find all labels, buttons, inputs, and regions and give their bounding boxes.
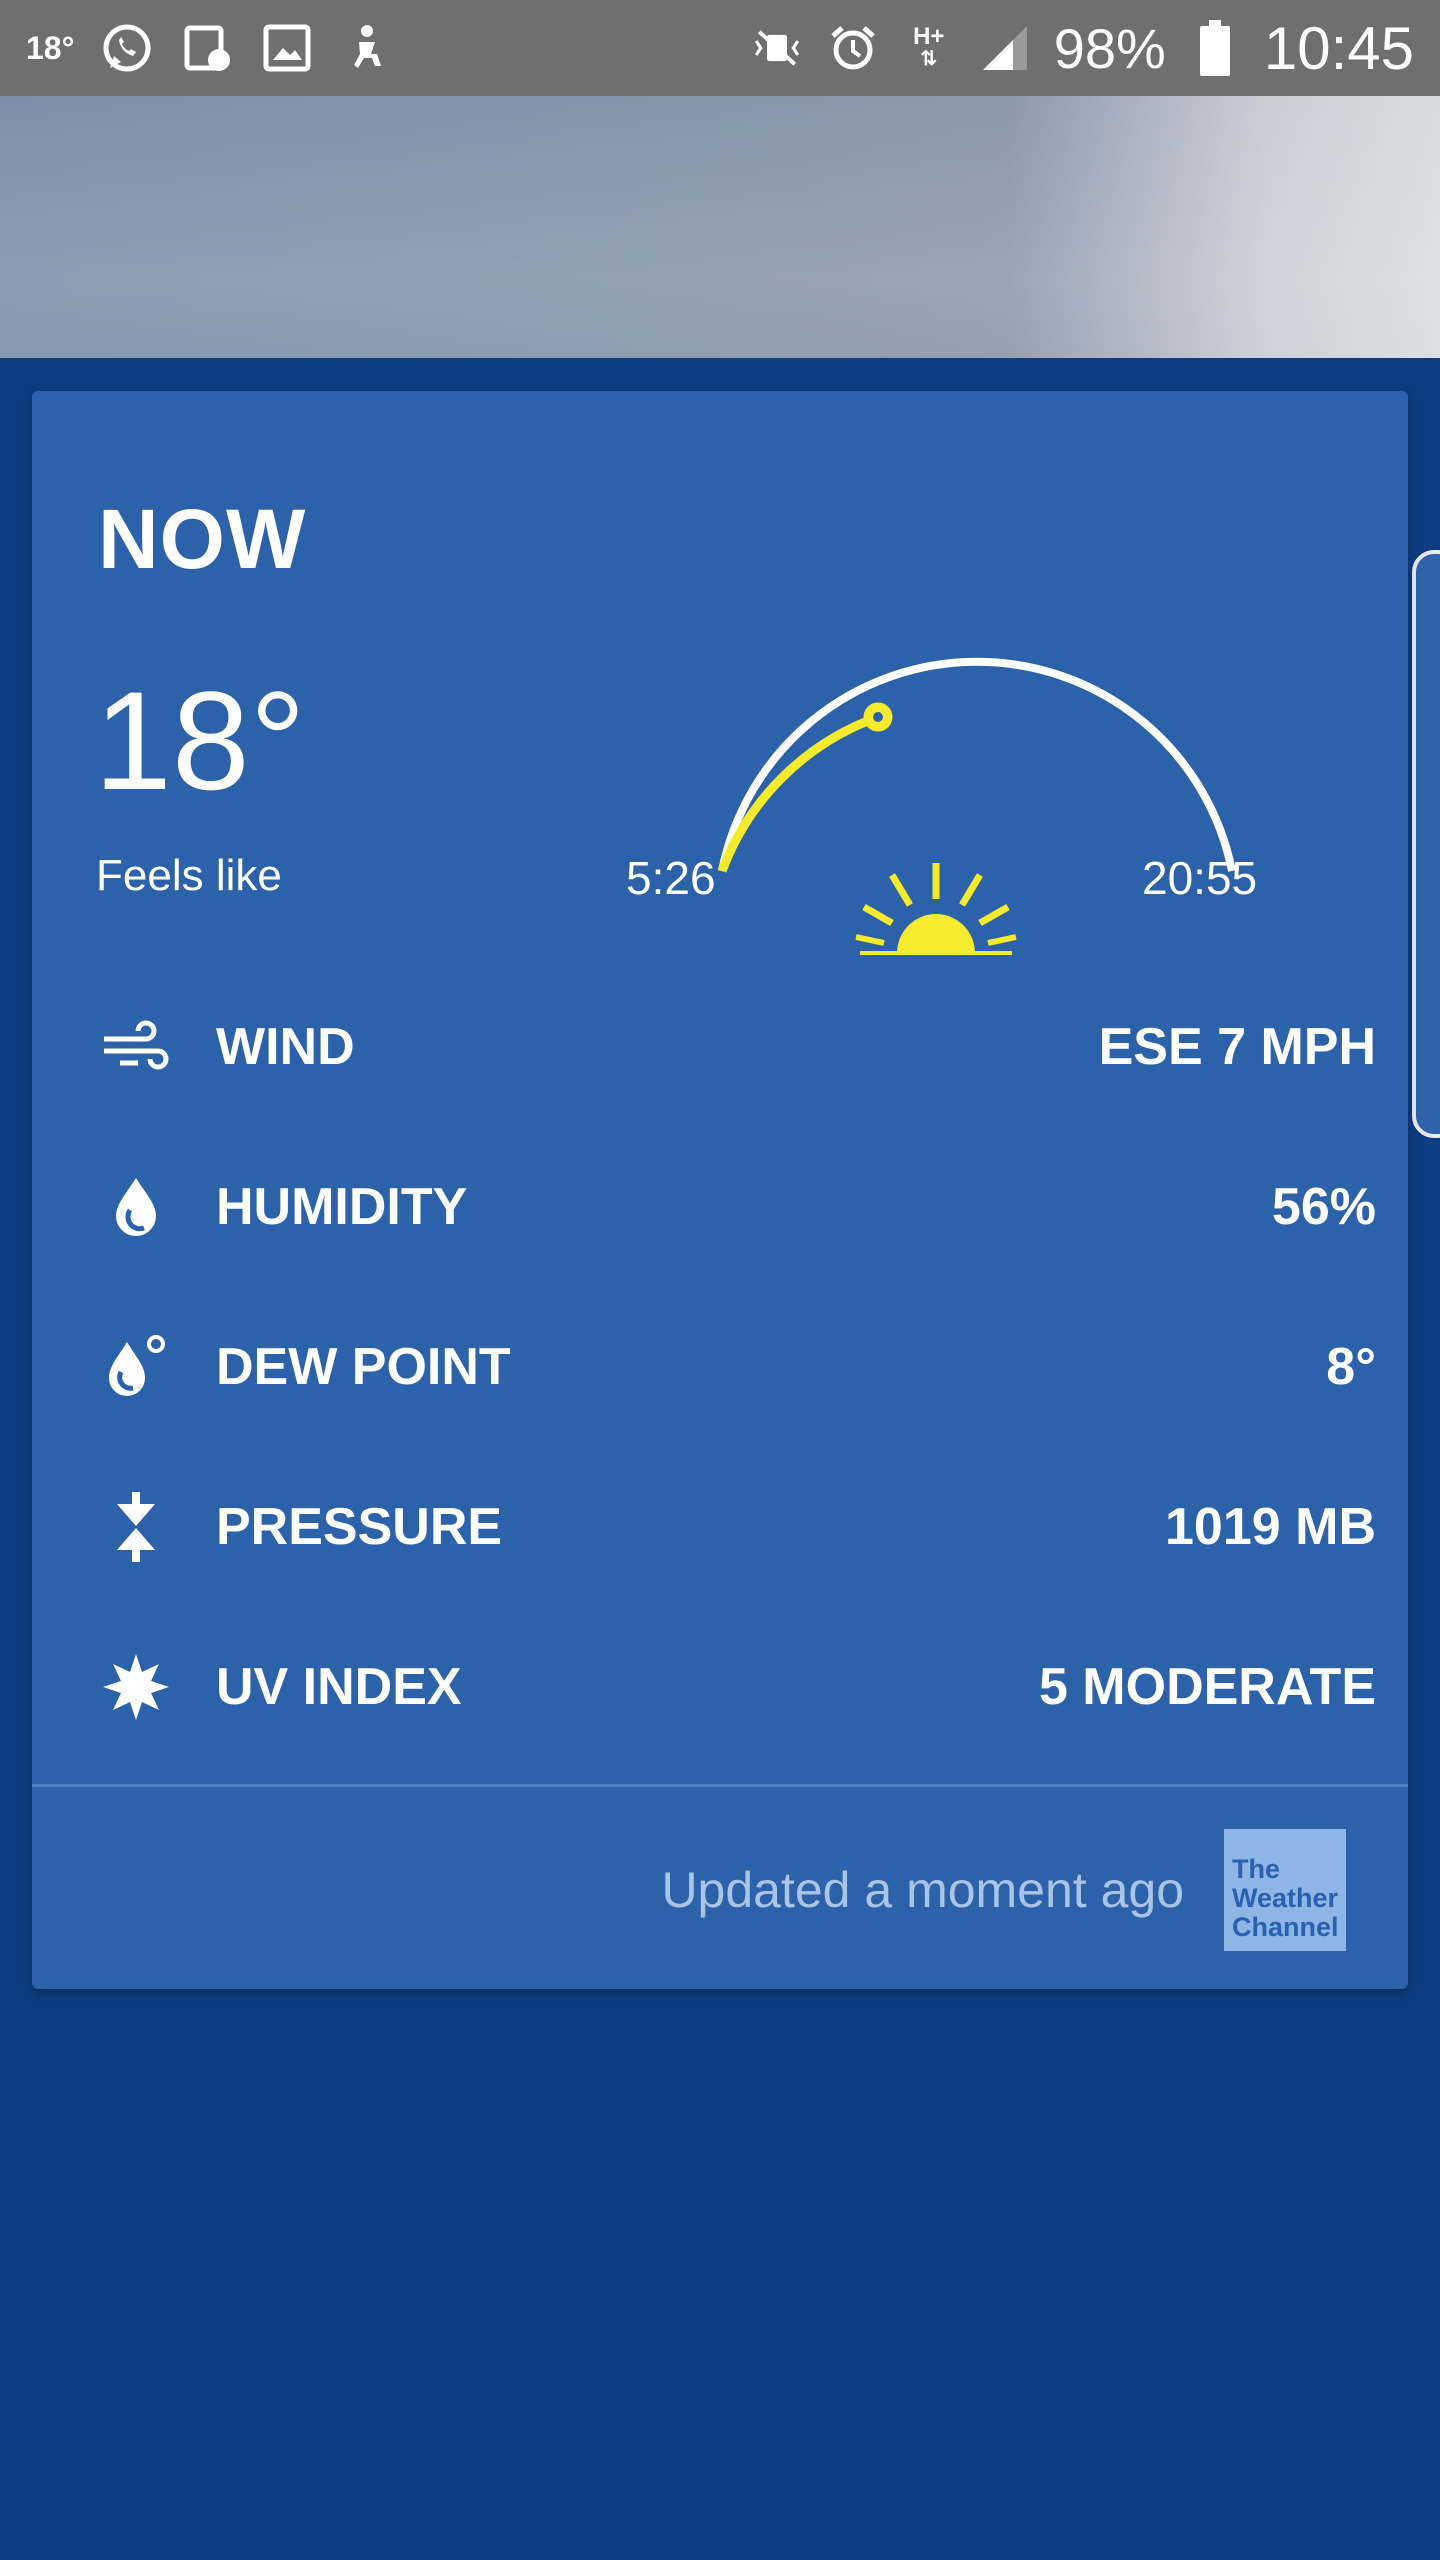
whatsapp-icon: [100, 21, 154, 75]
pressure-label: PRESSURE: [216, 1498, 503, 1556]
signal-icon: [978, 21, 1032, 75]
battery-icon: [1188, 20, 1242, 76]
network-type-label: H+: [913, 23, 945, 50]
sun-horizon-icon: [855, 863, 1017, 955]
logo-text: The Weather Channel: [1232, 1854, 1339, 1942]
current-conditions-card: NOW 18° Feels like 5:26 20:55 WIND ESE 7…: [32, 391, 1408, 1989]
pressure-value: 1019 MB: [1165, 1498, 1376, 1556]
humidity-value: 56%: [1271, 1178, 1376, 1236]
uv-index-value: 5 MODERATE: [1038, 1658, 1376, 1716]
status-temp: 18°: [26, 29, 75, 66]
weather-channel-logo[interactable]: The Weather Channel: [1224, 1829, 1346, 1951]
humidity-icon: [98, 1169, 174, 1245]
uv-index-row: UV INDEX 5 MODERATE: [98, 1637, 1376, 1737]
status-bar: 18° H+ ⇅ 98% 10:45: [0, 0, 1440, 96]
arc-progress: [717, 712, 880, 873]
dew-point-label: DEW POINT: [216, 1338, 511, 1396]
card-divider: [32, 1784, 1408, 1787]
uv-index-label: UV INDEX: [216, 1658, 462, 1716]
wind-icon: [98, 1009, 174, 1085]
accessibility-icon: [340, 21, 394, 75]
gallery-icon: [260, 21, 314, 75]
weather-header-image: [0, 96, 1440, 358]
network-type-icon: H+ ⇅: [913, 23, 945, 71]
card-title: NOW: [98, 492, 307, 586]
feels-like-label: Feels like: [96, 851, 282, 900]
humidity-row: HUMIDITY 56%: [98, 1157, 1376, 1257]
dew-point-value: 8°: [1326, 1338, 1376, 1396]
wind-row: WIND ESE 7 MPH: [98, 997, 1376, 1097]
battery-percent: 98%: [1053, 16, 1166, 80]
dew-point-row: DEW POINT 8°: [98, 1317, 1376, 1417]
humidity-label: HUMIDITY: [216, 1178, 468, 1236]
vibrate-mute-icon: [750, 21, 804, 75]
clock: 10:45: [1263, 14, 1414, 82]
sunrise-time: 5:26: [626, 852, 716, 904]
dew-point-icon: [98, 1329, 174, 1405]
updated-timestamp: Updated a moment ago: [661, 1862, 1184, 1918]
sunset-time: 20:55: [1142, 852, 1258, 904]
pressure-icon: [98, 1489, 174, 1565]
wind-label: WIND: [216, 1018, 355, 1076]
alarm-icon: [826, 21, 880, 75]
wind-value: ESE 7 MPH: [1098, 1018, 1376, 1076]
screenshot-icon: [180, 21, 234, 75]
next-card-peek[interactable]: [1412, 550, 1440, 1138]
pressure-row: PRESSURE 1019 MB: [98, 1477, 1376, 1577]
uv-icon: [98, 1649, 174, 1725]
current-temperature: 18°: [94, 662, 306, 819]
